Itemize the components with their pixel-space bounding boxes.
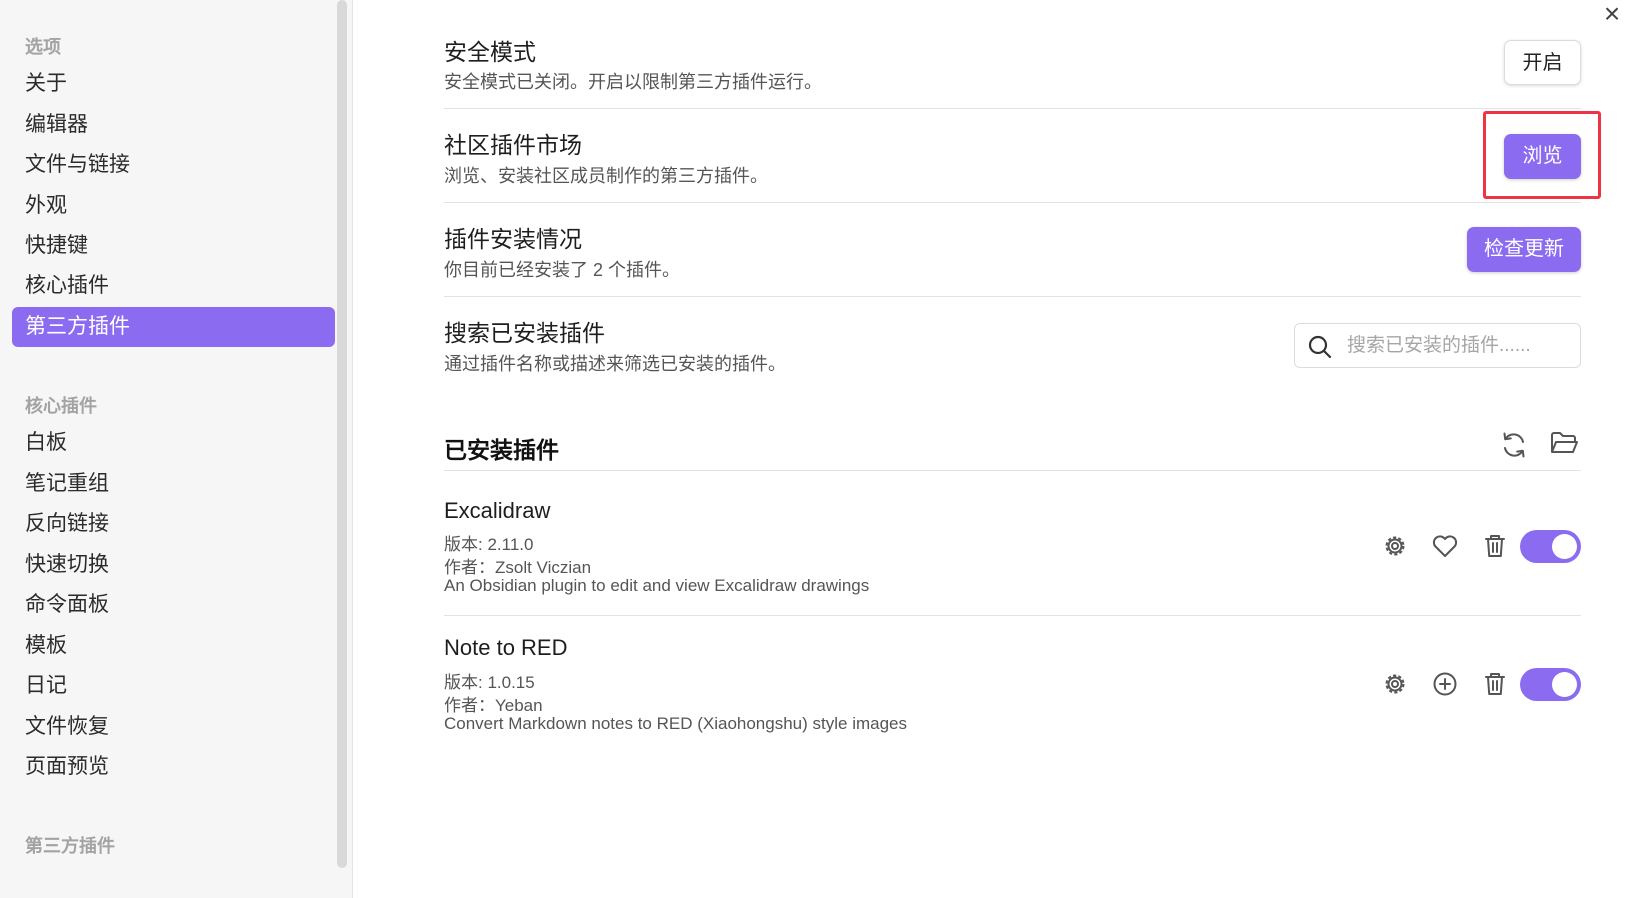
sidebar-item-core-plugins[interactable]: 核心插件 (12, 266, 335, 306)
toggle-knob (1552, 672, 1577, 697)
gear-icon[interactable] (1380, 669, 1410, 699)
safe-mode-enable-button[interactable]: 开启 (1504, 40, 1581, 85)
plugin-enable-toggle[interactable] (1520, 668, 1581, 701)
trash-icon[interactable] (1480, 669, 1510, 699)
sidebar-heading-third-party: 第三方插件 (25, 836, 115, 856)
sidebar-heading-core-plugins: 核心插件 (25, 396, 97, 416)
sidebar-item-templates[interactable]: 模板 (12, 626, 335, 666)
sidebar-item-hotkeys[interactable]: 快捷键 (12, 226, 335, 266)
plugin-name: Note to RED (444, 635, 568, 660)
plugin-install-status-title: 插件安装情况 (444, 226, 582, 252)
trash-icon[interactable] (1480, 531, 1510, 561)
sidebar-item-daily-notes[interactable]: 日记 (12, 666, 335, 706)
gear-icon[interactable] (1380, 531, 1410, 561)
search-installed-field[interactable] (1294, 323, 1581, 368)
sidebar-item-files-links[interactable]: 文件与链接 (12, 145, 335, 185)
sidebar-heading-options: 选项 (25, 37, 61, 57)
plugin-name: Excalidraw (444, 498, 551, 523)
divider (444, 470, 1581, 471)
plugin-author: 作者：Zsolt Viczian (444, 558, 592, 577)
sidebar-item-quick-switcher[interactable]: 快速切换 (12, 545, 335, 585)
safe-mode-description: 安全模式已关闭。开启以限制第三方插件运行。 (444, 72, 822, 92)
community-plugins-description: 浏览、安装社区成员制作的第三方插件。 (444, 166, 768, 186)
divider (444, 296, 1581, 297)
settings-sidebar: 选项 关于 编辑器 文件与链接 外观 快捷键 核心插件 第三方插件 核心插件 白… (0, 0, 353, 898)
search-installed-description: 通过插件名称或描述来筛选已安装的插件。 (444, 354, 786, 374)
safe-mode-title: 安全模式 (444, 39, 536, 65)
sidebar-item-backlinks[interactable]: 反向链接 (12, 504, 335, 544)
plugin-author: 作者：Yeban (444, 696, 543, 715)
community-plugins-title: 社区插件市场 (444, 132, 582, 158)
plugin-description: An Obsidian plugin to edit and view Exca… (444, 576, 870, 595)
divider (444, 202, 1581, 203)
highlight-annotation (1483, 111, 1601, 199)
sidebar-item-about[interactable]: 关于 (12, 64, 335, 104)
sidebar-item-third-party-plugins[interactable]: 第三方插件 (12, 307, 335, 347)
search-icon (1308, 335, 1332, 359)
sidebar-item-appearance[interactable]: 外观 (12, 186, 335, 226)
sidebar-scrollbar[interactable] (337, 0, 347, 868)
plugin-description: Convert Markdown notes to RED (Xiaohongs… (444, 714, 907, 733)
plugin-enable-toggle[interactable] (1520, 530, 1581, 563)
search-input[interactable] (1347, 332, 1572, 360)
reload-icon[interactable] (1499, 430, 1529, 460)
check-updates-button[interactable]: 检查更新 (1467, 227, 1581, 272)
divider (444, 108, 1581, 109)
sidebar-item-note-composer[interactable]: 笔记重组 (12, 464, 335, 504)
plugin-version: 版本: 1.0.15 (444, 673, 535, 692)
plugin-install-status-description: 你目前已经安装了 2 个插件。 (444, 260, 681, 280)
open-folder-icon[interactable] (1549, 428, 1579, 458)
search-installed-title: 搜索已安装插件 (444, 320, 605, 346)
plugin-version: 版本: 2.11.0 (444, 535, 534, 554)
sidebar-item-command-palette[interactable]: 命令面板 (12, 585, 335, 625)
sidebar-item-canvas[interactable]: 白板 (12, 423, 335, 463)
sidebar-item-page-preview[interactable]: 页面预览 (12, 747, 335, 787)
sidebar-item-file-recovery[interactable]: 文件恢复 (12, 707, 335, 747)
plus-circle-icon[interactable] (1430, 669, 1460, 699)
sidebar-item-editor[interactable]: 编辑器 (12, 105, 335, 145)
close-icon[interactable]: × (1598, 0, 1626, 29)
heart-icon[interactable] (1430, 531, 1460, 561)
installed-plugins-title: 已安装插件 (444, 437, 559, 463)
toggle-knob (1552, 534, 1577, 559)
divider (444, 615, 1581, 616)
